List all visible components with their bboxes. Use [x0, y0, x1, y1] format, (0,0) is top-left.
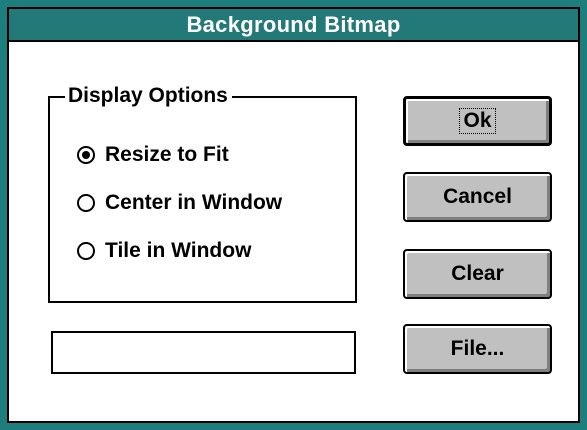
bitmap-filename-input[interactable]	[51, 331, 356, 374]
radio-center-in-window[interactable]: Center in Window	[77, 191, 282, 215]
dialog-title: Background Bitmap	[186, 12, 401, 37]
file-button-label: File...	[450, 337, 505, 360]
dialog-body: Background Bitmap Display Options Resize…	[7, 7, 580, 423]
radio-tile-in-window[interactable]: Tile in Window	[77, 239, 251, 263]
background-bitmap-dialog: Background Bitmap Display Options Resize…	[0, 0, 587, 430]
cancel-button-label: Cancel	[443, 185, 512, 208]
radio-button-checked-icon[interactable]	[77, 146, 95, 164]
radio-label-center-in-window: Center in Window	[105, 191, 283, 214]
radio-label-resize-to-fit: Resize to Fit	[105, 143, 229, 166]
radio-button-icon[interactable]	[77, 194, 95, 212]
clear-button[interactable]: Clear	[403, 249, 552, 299]
radio-label-tile-in-window: Tile in Window	[105, 239, 252, 262]
file-button[interactable]: File...	[403, 324, 552, 374]
title-bar[interactable]: Background Bitmap	[9, 9, 578, 42]
radio-button-icon[interactable]	[77, 242, 95, 260]
display-options-label: Display Options	[65, 82, 232, 110]
radio-resize-to-fit[interactable]: Resize to Fit	[77, 143, 229, 167]
clear-button-label: Clear	[451, 262, 504, 285]
cancel-button[interactable]: Cancel	[403, 172, 552, 222]
display-options-group: Display Options Resize to Fit Center in …	[48, 82, 357, 303]
ok-button-label: Ok	[459, 108, 496, 134]
ok-button[interactable]: Ok	[403, 96, 552, 146]
